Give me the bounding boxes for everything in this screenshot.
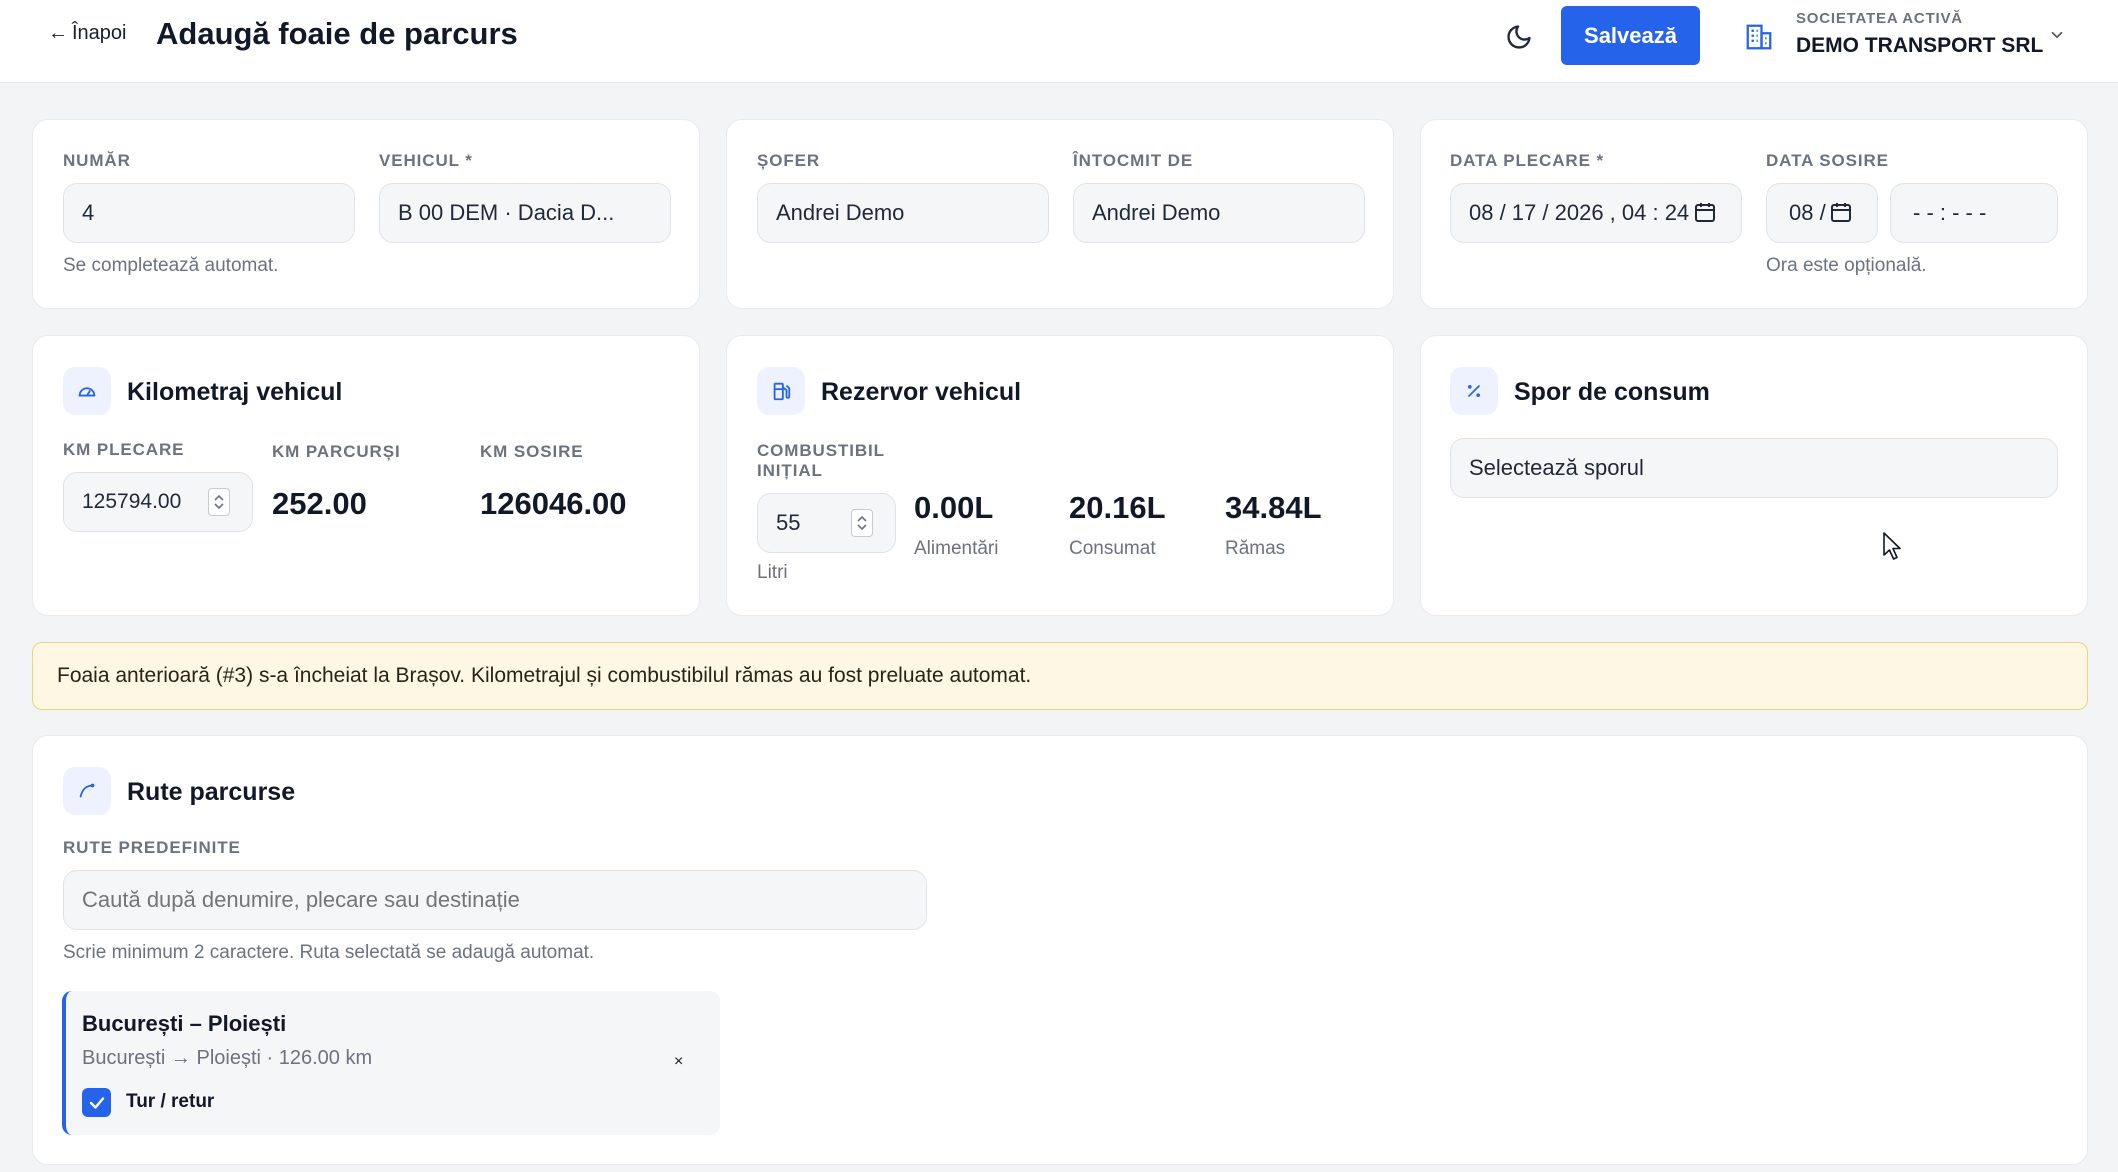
driver-select[interactable]: Andrei Demo [757, 183, 1049, 243]
theme-toggle-button[interactable] [1500, 18, 1538, 56]
initial-fuel-unit: Litri [757, 562, 788, 583]
vehicle-label: VEHICUL * [379, 151, 473, 170]
number-label: NUMĂR [63, 151, 131, 170]
round-trip-checkbox[interactable] [82, 1088, 111, 1117]
save-button[interactable]: Salvează [1561, 6, 1700, 65]
route-search-input[interactable] [63, 870, 927, 930]
fuel-pump-icon [773, 382, 791, 401]
refuel-value: 0.00L [914, 490, 994, 525]
tank-icon-wrap [757, 367, 805, 415]
arrow-left-icon: ← [48, 22, 68, 44]
info-banner-text: Foaia anterioară (#3) s-a încheiat la Br… [57, 664, 1032, 687]
departure-label: DATA PLECARE * [1450, 151, 1604, 170]
vehicle-select[interactable]: B 00 DEM · Dacia D... [379, 183, 671, 243]
back-label: Înapoi [72, 22, 127, 44]
arrival-date-value: 08 / [1789, 200, 1826, 225]
number-hint: Se completează automat. [63, 255, 279, 276]
arrival-date-input[interactable]: 08 / [1766, 183, 1878, 243]
arrival-hint: Ora este opțională. [1766, 255, 1927, 276]
people-card: ȘOFER Andrei Demo ÎNTOCMIT DE Andrei Dem… [726, 119, 1394, 309]
initial-fuel-label: COMBUSTIBIL INIȚIAL [757, 441, 885, 481]
company-switcher[interactable]: DEMO TRANSPORT SRL [1796, 34, 2043, 58]
consumed-value: 20.16L [1069, 490, 1166, 525]
back-link[interactable]: ← Înapoi [48, 22, 127, 45]
percent-icon [1468, 385, 1481, 398]
building-icon [1746, 24, 1772, 50]
check-icon [89, 1096, 104, 1109]
driver-label: ȘOFER [757, 151, 821, 170]
initial-fuel-value: 55 [776, 510, 801, 535]
odometer-title: Kilometraj vehicul [127, 378, 343, 406]
moon-icon [1507, 25, 1531, 49]
consumption-select[interactable]: Selectează sporul [1450, 438, 2058, 498]
tank-card: Rezervor vehicul COMBUSTIBIL INIȚIAL 55 … [726, 335, 1394, 616]
remaining-label: Rămas [1225, 538, 1286, 559]
tank-title: Rezervor vehicul [821, 378, 1022, 406]
route-remove-button[interactable]: × [674, 1053, 683, 1071]
consumption-title: Spor de consum [1514, 378, 1710, 406]
gauge-icon [78, 387, 96, 397]
km-driven-label: KM PARCURȘI [272, 442, 401, 461]
top-bar: ← Înapoi Adaugă foaie de parcurs Salveaz… [0, 0, 2118, 83]
odometer-icon-wrap [63, 367, 111, 415]
route-search-hint: Scrie minimum 2 caractere. Ruta selectat… [63, 942, 595, 963]
km-start-stepper[interactable] [208, 488, 230, 516]
chevron-down-icon[interactable] [2048, 26, 2066, 44]
initial-fuel-stepper[interactable] [851, 509, 873, 537]
initial-fuel-input[interactable]: 55 [757, 493, 896, 553]
refuel-label: Alimentări [914, 538, 999, 559]
calendar-icon[interactable] [1693, 200, 1717, 224]
departure-value: 08 / 17 / 2026 , 04 : 24 [1469, 200, 1690, 225]
arrival-time-input[interactable]: - - : - - - [1890, 183, 2058, 243]
km-start-label: KM PLECARE [63, 440, 185, 459]
round-trip-label: Tur / retur [126, 1091, 215, 1112]
general-card: NUMĂR 4 Se completează automat. VEHICUL … [32, 119, 700, 309]
route-name: București – Ploiești [82, 1011, 287, 1036]
km-end-value: 126046.00 [480, 486, 627, 521]
km-end-label: KM SOSIRE [480, 442, 584, 461]
route-icon [79, 783, 95, 798]
consumption-card: Spor de consum Selectează sporul [1420, 335, 2088, 616]
odometer-card: Kilometraj vehicul KM PLECARE 125794.00 … [32, 335, 700, 616]
consumed-label: Consumat [1069, 538, 1156, 559]
dates-card: DATA PLECARE * 08 / 17 / 2026 , 04 : 24 … [1420, 119, 2088, 309]
predefined-routes-label: RUTE PREDEFINITE [63, 838, 241, 857]
calendar-icon[interactable] [1829, 200, 1853, 224]
info-banner: Foaia anterioară (#3) s-a încheiat la Br… [32, 642, 2088, 710]
author-select[interactable]: Andrei Demo [1073, 183, 1365, 243]
mouse-pointer-icon [1883, 532, 1901, 560]
number-input[interactable]: 4 [63, 183, 355, 243]
initial-fuel-label-line1: COMBUSTIBIL [757, 441, 885, 460]
km-start-value: 125794.00 [82, 490, 182, 513]
km-driven-value: 252.00 [272, 486, 367, 521]
consumption-icon-wrap [1450, 367, 1498, 415]
routes-icon-wrap [63, 767, 111, 815]
routes-title: Rute parcurse [127, 778, 296, 806]
initial-fuel-label-line2: INIȚIAL [757, 461, 823, 480]
remaining-value: 34.84L [1225, 490, 1322, 525]
author-label: ÎNTOCMIT DE [1073, 151, 1194, 170]
route-list-item: București – Ploiești București → Ploieșt… [62, 991, 720, 1135]
stepper-arrows-icon [857, 515, 867, 531]
company-label: SOCIETATEA ACTIVĂ [1796, 10, 1963, 27]
page-title: Adaugă foaie de parcurs [156, 16, 518, 51]
stepper-arrows-icon [214, 494, 224, 510]
arrival-label: DATA SOSIRE [1766, 151, 1889, 170]
route-detail: București → Ploiești · 126.00 km [82, 1047, 373, 1069]
